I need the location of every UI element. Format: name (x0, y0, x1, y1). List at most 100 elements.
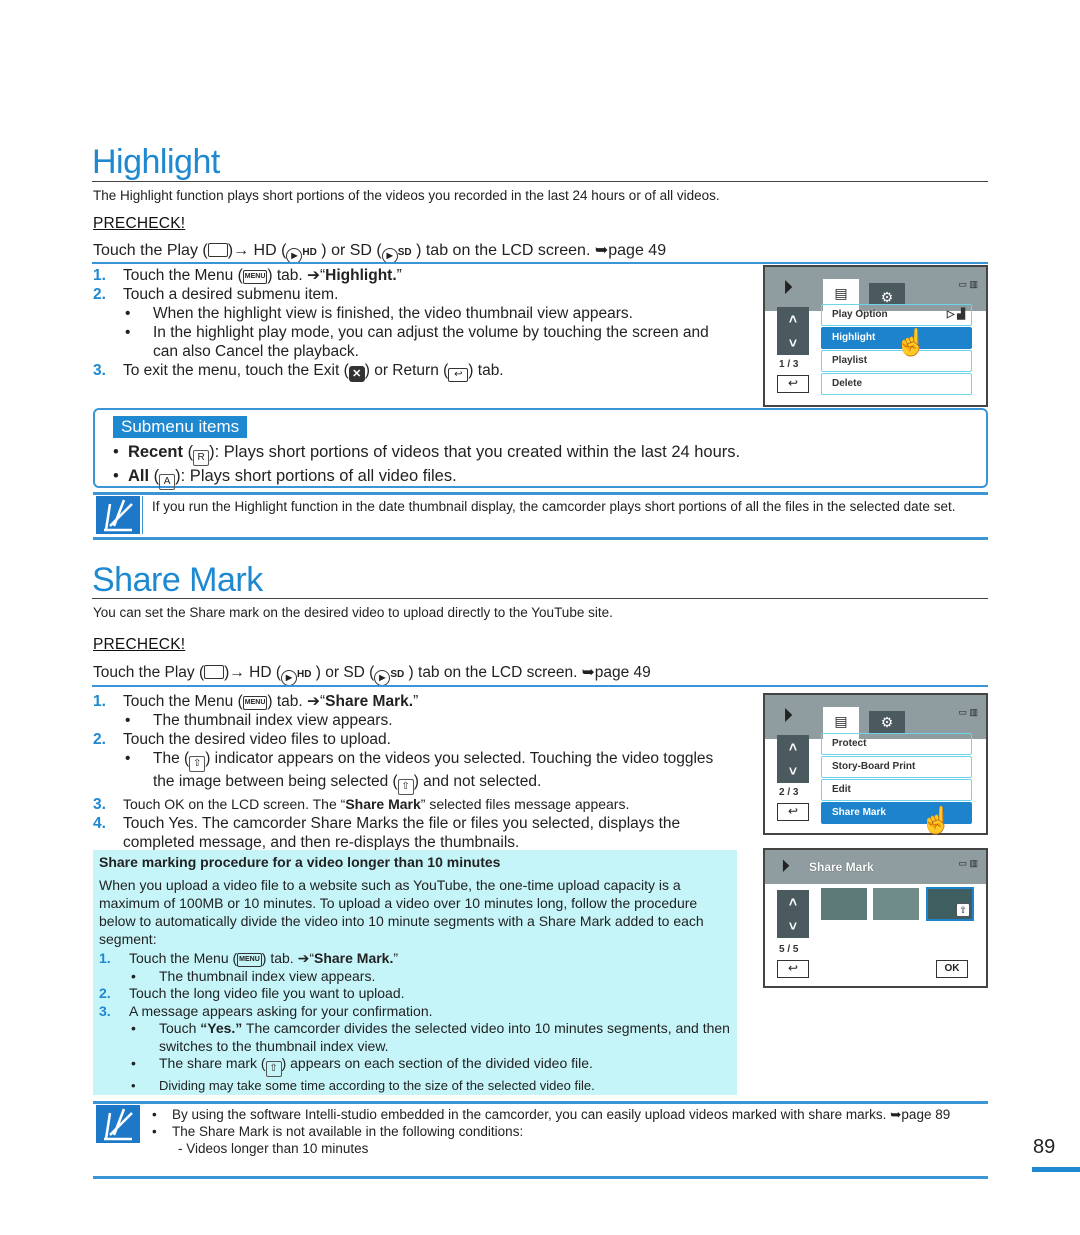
long-video-para: When you upload a video file to a websit… (99, 877, 704, 947)
submenu-box: Submenu items • Recent (R): Plays short … (93, 408, 988, 490)
play-mode-icon: ⏵ (783, 277, 793, 299)
page-number: 89 (1033, 1136, 1056, 1158)
lcd-share-mark-menu: ⏵ ▤ ⚙ ▭ ▥ ˄ ˅ 2 / 3 ↩ Protect Story-Boar… (763, 693, 988, 835)
long-video-steps: 1. Touch the Menu (MENU) tab. ➔“Share Mar… (99, 950, 730, 1093)
lcd-page-indicator: 5 / 5 (779, 944, 799, 955)
bullet: • The thumbnail index view appears. (125, 712, 393, 729)
note-rule-top (93, 1101, 988, 1104)
page-number-bar (1032, 1167, 1080, 1172)
scroll-down-button[interactable]: ˅ (777, 759, 809, 783)
lcd-header: ⏵ Share Mark ▭ ▥ (765, 850, 986, 884)
scroll-down-button[interactable]: ˅ (777, 914, 809, 938)
hand-pointer-icon: ☝ (920, 805, 953, 835)
lcd-page-indicator: 1 / 3 (779, 359, 799, 370)
page-link[interactable]: page 49 (595, 664, 651, 681)
step-2: 2. Touch a desired submenu item. (93, 286, 339, 303)
tab-settings[interactable]: ⚙ (869, 711, 905, 733)
return-icon: ↩ (448, 368, 469, 382)
recent-icon: R (193, 450, 210, 466)
share-mark-title: Share Mark (92, 561, 263, 599)
note-icon (96, 1105, 140, 1143)
section-rule (92, 685, 988, 687)
step-1: 1. Touch the Menu (MENU) tab. ➔“Share Mar… (93, 693, 419, 710)
play-icon (207, 243, 228, 257)
scroll-down-button[interactable]: ˅ (777, 331, 809, 355)
bullet: • When the highlight view is finished, th… (125, 305, 633, 322)
note-icon (96, 496, 140, 534)
menu-item-play-option[interactable]: Play Option ▷ ▟ (821, 304, 972, 326)
menu-item-protect[interactable]: Protect (821, 733, 972, 755)
menu-icon: MENU (242, 270, 268, 284)
highlight-intro: The Highlight function plays short porti… (93, 188, 720, 203)
share-mark-icon: ⇧ (956, 903, 970, 917)
note-rule-top (93, 492, 988, 495)
all-icon: A (159, 474, 176, 490)
page-link[interactable]: page 49 (608, 242, 666, 259)
return-button[interactable]: ↩ (777, 803, 809, 821)
submenu-label: Submenu items (113, 416, 248, 438)
menu-item-story-board-print[interactable]: Story-Board Print (821, 756, 972, 778)
lcd-page-indicator: 2 / 3 (779, 787, 799, 798)
long-video-heading: Share marking procedure for a video long… (99, 854, 501, 870)
step-3: 3. To exit the menu, touch the Exit (✕) o… (93, 362, 504, 382)
long-video-box: Share marking procedure for a video long… (93, 850, 737, 1095)
bullet: • In the highlight play mode, you can adj… (125, 324, 709, 360)
battery-card-icon: ▭ ▥ (958, 279, 978, 289)
menu-item-edit[interactable]: Edit (821, 779, 972, 801)
note-divider (142, 496, 143, 534)
section-rule (92, 262, 988, 264)
highlight-title: Highlight (92, 143, 220, 181)
scroll-up-button[interactable]: ˄ (777, 307, 809, 331)
return-button[interactable]: ↩ (777, 375, 809, 393)
precheck-label: PRECHECK! (93, 215, 186, 232)
hand-pointer-icon: ☝ (895, 327, 928, 357)
menu-icon: MENU (237, 953, 262, 967)
note-rule-bottom (93, 1176, 988, 1179)
menu-icon: MENU (242, 696, 268, 710)
scroll-up-button[interactable]: ˄ (777, 890, 809, 914)
share-mark-icon: ⇧ (189, 756, 206, 772)
highlight-note: If you run the Highlight function in the… (152, 499, 956, 514)
video-thumbnail[interactable] (821, 888, 867, 920)
ok-button[interactable]: OK (936, 960, 968, 978)
menu-item-delete[interactable]: Delete (821, 373, 972, 395)
share-mark-icon: ⇧ (265, 1061, 282, 1077)
lcd-share-mark-thumbnails: ⏵ Share Mark ▭ ▥ ˄ ˅ ⇧ 5 / 5 ↩ OK (763, 848, 988, 988)
tab-settings[interactable]: ⚙ (869, 283, 905, 305)
step-2: 2. Touch the desired video files to uploa… (93, 731, 391, 748)
page-arrow-icon: ➥ (581, 664, 595, 681)
play-icon (204, 665, 225, 679)
bullet: • The (⇧) indicator appears on the videos… (93, 749, 733, 795)
scroll-up-button[interactable]: ˄ (777, 735, 809, 759)
submenu-list: • Recent (R): Plays short portions of vi… (113, 442, 740, 490)
play-mode-icon: ⏵ (783, 705, 793, 727)
title-rule (92, 181, 988, 182)
video-thumbnail[interactable] (873, 888, 919, 920)
battery-card-icon: ▭ ▥ (958, 707, 978, 717)
submenu-item-all: • All (A): Plays short portions of all v… (113, 466, 740, 490)
submenu-item-recent: • Recent (R): Plays short portions of vi… (113, 442, 740, 466)
hd-play-icon: ▶ HD (281, 669, 311, 686)
play-mode-icon: ⏵ (781, 856, 790, 876)
precheck-label: PRECHECK! (93, 636, 186, 653)
exit-icon: ✕ (348, 366, 365, 382)
page-arrow-icon: ➥ (594, 242, 609, 259)
lcd-title: Share Mark (809, 860, 874, 874)
video-thumbnail-selected[interactable]: ⇧ (926, 887, 974, 921)
precheck-instruction: Touch the Play ()→ HD (▶ HD ) or SD (▶ SD … (93, 663, 651, 686)
share-mark-intro: You can set the Share mark on the desire… (93, 605, 613, 620)
share-mark-note: • By using the software Intelli-studio em… (152, 1107, 951, 1156)
share-mark-icon: ⇧ (397, 779, 414, 795)
precheck-instruction: Touch the Play ()→ HD (▶ HD ) or SD (▶ SD … (93, 240, 666, 264)
step-1: 1. Touch the Menu (MENU) tab. ➔“Highlight… (93, 267, 402, 284)
sd-play-icon: ▶ SD (374, 669, 404, 686)
note-rule-bottom (93, 537, 988, 540)
lcd-highlight-menu: ⏵ ▤ ⚙ ▭ ▥ ˄ ˅ 1 / 3 ↩ Play Option ▷ ▟ Hig… (763, 265, 988, 407)
step-3: 3. Touch OK on the LCD screen. The “Share… (93, 796, 630, 813)
return-button[interactable]: ↩ (777, 960, 809, 978)
highlight-steps: 1. Touch the Menu (MENU) tab. ➔“Highlight… (93, 266, 733, 382)
battery-card-icon: ▭ ▥ (958, 858, 978, 868)
share-mark-steps: 1. Touch the Menu (MENU) tab. ➔“Share Mar… (93, 692, 733, 852)
step-4: 4. Touch Yes. The camcorder Share Marks t… (93, 815, 681, 851)
title-rule (92, 598, 988, 599)
